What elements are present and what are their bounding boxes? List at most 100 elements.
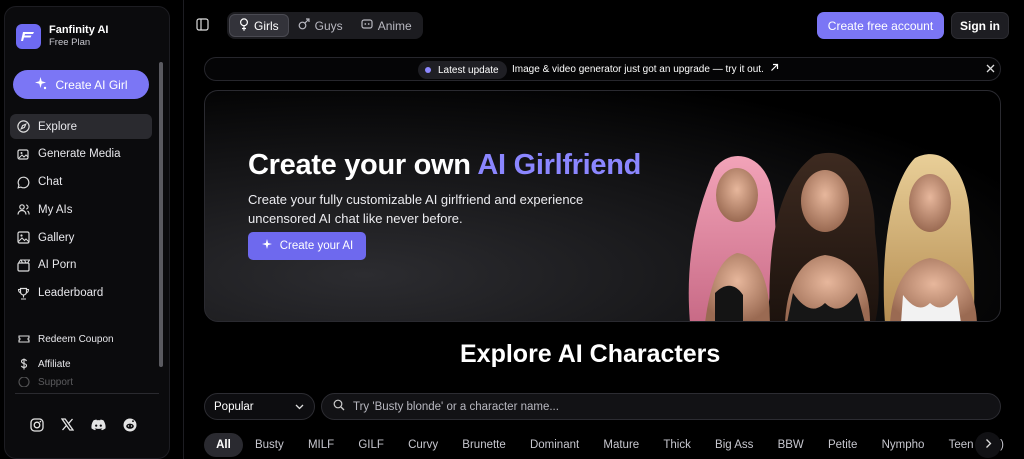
tag-all[interactable]: All — [204, 433, 243, 457]
hero-characters-image — [688, 153, 977, 321]
sidebar-item-chat[interactable]: Chat — [10, 170, 152, 195]
anime-icon — [361, 18, 373, 33]
plan-label: Free Plan — [49, 37, 91, 48]
tag-brunette[interactable]: Brunette — [450, 433, 518, 457]
sort-dropdown[interactable]: Popular — [204, 393, 315, 420]
sidebar-item-generate-media[interactable]: Generate Media — [10, 142, 152, 167]
sidebar-item-label: Redeem Coupon — [38, 333, 114, 345]
dollar-icon — [17, 358, 30, 371]
close-icon[interactable] — [984, 62, 997, 80]
sort-value: Popular — [214, 400, 254, 413]
compass-icon — [17, 120, 30, 133]
arrow-up-right-icon — [770, 63, 779, 75]
brand[interactable]: Fanfinity AI Free Plan — [16, 24, 108, 49]
create-ai-girl-button[interactable]: Create AI Girl — [13, 70, 149, 99]
tab-label: Girls — [254, 18, 279, 33]
sidebar-item-label: AI Porn — [38, 259, 77, 272]
tab-anime[interactable]: Anime — [352, 14, 421, 37]
trophy-icon — [17, 287, 30, 300]
search-icon — [333, 398, 345, 416]
social-links — [29, 417, 137, 432]
sidebar-item-my-ais[interactable]: My AIs — [10, 197, 152, 222]
film-icon — [17, 259, 30, 272]
brand-name: Fanfinity AI — [49, 24, 109, 36]
hero-title-accent: AI Girlfriend — [477, 149, 642, 181]
create-your-ai-button[interactable]: Create your AI — [248, 232, 366, 260]
sidebar-item-label: Chat — [38, 176, 63, 189]
sign-in-button[interactable]: Sign in — [951, 12, 1009, 39]
chevron-down-icon — [294, 401, 305, 415]
tag-milf[interactable]: MILF — [296, 433, 346, 457]
sidebar-item-affiliate[interactable]: Affiliate — [10, 352, 152, 376]
tab-label: Anime — [377, 18, 412, 33]
create-ai-girl-label: Create AI Girl — [55, 77, 128, 92]
tag-nympho[interactable]: Nympho — [869, 433, 936, 457]
search-bar — [321, 393, 1001, 420]
tags-scroll-right-button[interactable] — [975, 432, 1001, 458]
chat-bubble-icon — [17, 176, 30, 189]
category-tabs: Girls Guys Anime — [227, 12, 423, 39]
create-account-button[interactable]: Create free account — [817, 12, 944, 39]
hero-title-main: Create your own — [248, 149, 478, 181]
male-icon — [298, 18, 310, 33]
sidebar-item-label: Leaderboard — [38, 287, 104, 300]
status-dot-icon — [425, 67, 431, 73]
banner-message[interactable]: Image & video generator just got an upgr… — [512, 63, 779, 75]
sidebar-item-label: Affiliate — [38, 358, 71, 370]
logo-icon — [16, 24, 41, 49]
tab-guys[interactable]: Guys — [289, 14, 352, 37]
sidebar-edge — [183, 0, 184, 459]
sidebar-item-label: Support — [38, 377, 74, 387]
sidebar-item-ai-porn[interactable]: AI Porn — [10, 253, 152, 278]
help-icon — [17, 377, 30, 387]
x-icon[interactable] — [60, 417, 75, 432]
gallery-icon — [17, 231, 30, 244]
discord-icon[interactable] — [91, 417, 106, 432]
search-input[interactable] — [353, 400, 953, 413]
instagram-icon[interactable] — [29, 417, 44, 432]
tag-mature[interactable]: Mature — [591, 433, 651, 457]
sidebar-item-support[interactable]: Support — [10, 377, 152, 387]
ticket-icon — [17, 333, 30, 346]
tag-busty[interactable]: Busty — [243, 433, 296, 457]
sidebar: Fanfinity AI Free Plan Create AI Girl Ex… — [4, 6, 170, 459]
hero-title: Create your own AI Girlfriend — [248, 149, 641, 182]
sidebar-nav: Explore Generate Media Chat My AIs Galle… — [10, 114, 152, 309]
update-banner[interactable]: Latest update Image & video generator ju… — [204, 57, 1001, 81]
sidebar-item-gallery[interactable]: Gallery — [10, 225, 152, 250]
tag-petite[interactable]: Petite — [816, 433, 870, 457]
sidebar-divider — [15, 393, 159, 394]
tag-bbw[interactable]: BBW — [765, 433, 815, 457]
section-title: Explore AI Characters — [460, 340, 721, 368]
sparkle-icon — [34, 76, 47, 93]
tag-thick[interactable]: Thick — [651, 433, 703, 457]
hero-banner: Create your own AI Girlfriend Create you… — [204, 90, 1001, 322]
sidebar-item-label: Explore — [38, 120, 77, 133]
sidebar-item-label: Gallery — [38, 231, 75, 244]
tag-dominant[interactable]: Dominant — [518, 433, 591, 457]
sparkle-icon — [261, 238, 273, 254]
reddit-icon[interactable] — [122, 417, 137, 432]
sidebar-item-redeem-coupon[interactable]: Redeem Coupon — [10, 327, 152, 351]
sidebar-item-leaderboard[interactable]: Leaderboard — [10, 281, 152, 306]
banner-text: Image & video generator just got an upgr… — [512, 63, 764, 75]
latest-update-badge: Latest update — [418, 61, 507, 79]
female-icon — [239, 17, 249, 34]
image-edit-icon — [17, 148, 30, 161]
sidebar-item-label: My AIs — [38, 203, 73, 216]
chevron-right-icon — [984, 436, 993, 454]
toggle-sidebar-icon[interactable] — [196, 18, 209, 36]
sidebar-secondary-nav: Redeem Coupon Affiliate Support — [10, 327, 152, 388]
tab-label: Guys — [314, 18, 343, 33]
sidebar-scrollbar[interactable] — [159, 62, 163, 367]
users-icon — [17, 203, 30, 216]
tag-curvy[interactable]: Curvy — [396, 433, 450, 457]
tag-filter-bar: All Busty MILF GILF Curvy Brunette Domin… — [204, 433, 1016, 457]
tag-gilf[interactable]: GILF — [346, 433, 396, 457]
create-your-ai-label: Create your AI — [279, 240, 354, 252]
hero-subtitle: Create your fully customizable AI girlfr… — [248, 192, 584, 226]
tab-girls[interactable]: Girls — [229, 14, 289, 37]
sidebar-item-explore[interactable]: Explore — [10, 114, 152, 139]
tag-big-ass[interactable]: Big Ass — [703, 433, 766, 457]
sidebar-item-label: Generate Media — [38, 148, 121, 161]
